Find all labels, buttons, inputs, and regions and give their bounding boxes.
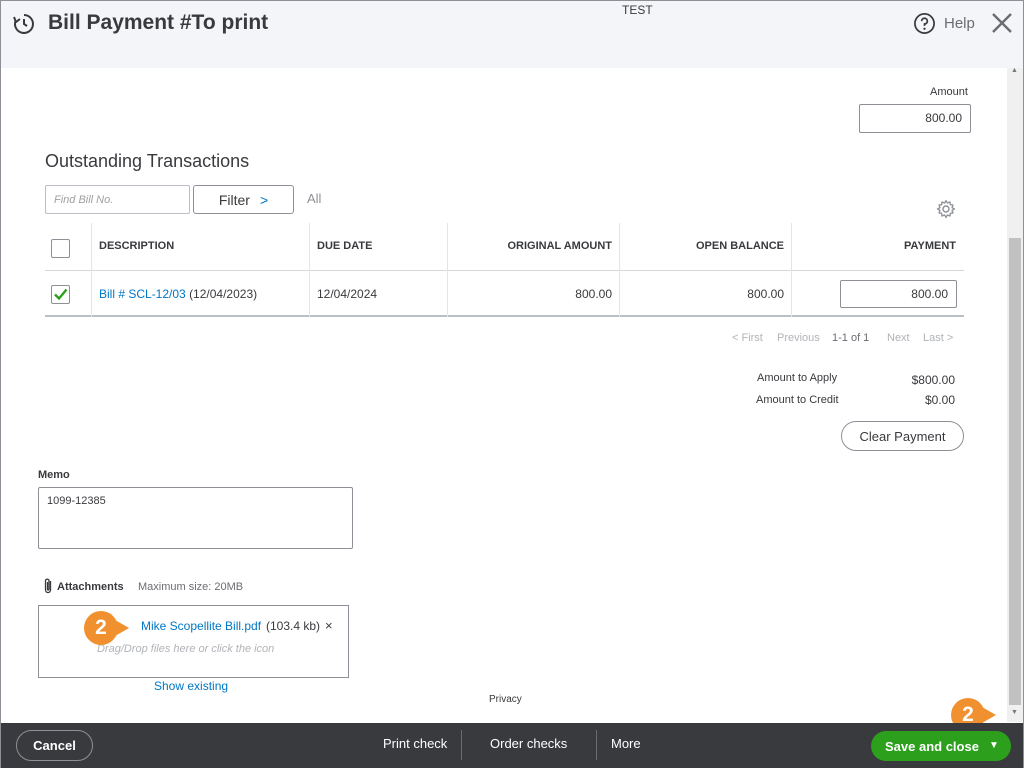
row-description: Bill # SCL-12/03 (12/04/2023) — [99, 287, 257, 301]
amount-label: Amount — [930, 86, 968, 98]
paperclip-icon[interactable] — [42, 577, 54, 595]
memo-field[interactable]: 1099-12385 — [38, 487, 353, 549]
column-divider — [91, 223, 92, 271]
header-due-date[interactable]: DUE DATE — [317, 240, 372, 252]
amount-field[interactable]: 800.00 — [859, 104, 971, 133]
header-payment[interactable]: PAYMENT — [904, 240, 956, 252]
filter-all-label: All — [307, 191, 322, 206]
order-checks-button[interactable]: Order checks — [490, 736, 567, 751]
scrollbar-thumb[interactable] — [1009, 238, 1021, 705]
find-bill-input[interactable] — [45, 185, 190, 214]
attachment-file-size: (103.4 kb) — [266, 619, 321, 633]
remove-attachment-icon[interactable]: × — [325, 618, 333, 633]
column-divider — [619, 223, 620, 271]
column-divider — [791, 271, 792, 317]
pager-first[interactable]: < First — [732, 332, 763, 344]
footer-divider — [461, 730, 462, 760]
page-title: Bill Payment #To print — [48, 11, 269, 34]
history-icon[interactable] — [12, 12, 36, 36]
header-original-amount[interactable]: ORIGINAL AMOUNT — [508, 240, 613, 252]
bill-date: (12/04/2023) — [189, 287, 258, 301]
payment-input[interactable]: 800.00 — [840, 280, 957, 308]
filter-label: Filter — [218, 191, 250, 208]
cancel-button[interactable]: Cancel — [16, 730, 93, 761]
save-options-caret-icon[interactable]: ▼ — [986, 738, 1002, 754]
pager-previous[interactable]: Previous — [777, 332, 820, 344]
outstanding-title: Outstanding Transactions — [45, 151, 250, 171]
scroll-down-arrow[interactable]: ▼ — [1011, 709, 1018, 716]
attachments-max-size: Maximum size: 20MB — [138, 581, 244, 593]
gear-icon[interactable] — [936, 199, 956, 219]
scroll-up-arrow[interactable]: ▲ — [1011, 67, 1018, 74]
callout-pointer — [982, 707, 996, 723]
column-divider — [91, 271, 92, 317]
close-icon[interactable] — [990, 11, 1014, 35]
row-original-amount: 800.00 — [575, 287, 612, 301]
chevron-right-icon: > — [259, 191, 269, 208]
filter-button[interactable]: Filter > — [193, 185, 294, 214]
attachment-dropzone[interactable] — [38, 605, 349, 678]
column-divider — [619, 271, 620, 317]
amount-to-credit-value: $0.00 — [924, 393, 955, 407]
help-label[interactable]: Help — [944, 15, 975, 32]
column-divider — [791, 223, 792, 271]
amount-to-credit-label: Amount to Credit — [756, 394, 839, 406]
header-open-balance[interactable]: OPEN BALANCE — [696, 240, 784, 252]
table-row: Bill # SCL-12/03 (12/04/2023) 12/04/2024… — [45, 271, 964, 317]
table-header-row: DESCRIPTION DUE DATE ORIGINAL AMOUNT OPE… — [45, 223, 964, 271]
print-check-button[interactable]: Print check — [383, 736, 447, 751]
callout-pointer — [115, 620, 129, 636]
amount-to-apply-value: $800.00 — [911, 373, 955, 387]
row-open-balance: 800.00 — [747, 287, 784, 301]
amount-to-apply-label: Amount to Apply — [757, 372, 838, 384]
header-description[interactable]: DESCRIPTION — [99, 240, 174, 252]
bill-link[interactable]: Bill # SCL-12/03 — [99, 287, 186, 301]
select-all-checkbox[interactable] — [51, 239, 70, 258]
drop-hint: Drag/Drop files here or click the icon — [97, 643, 275, 655]
row-checkbox[interactable] — [51, 285, 70, 304]
privacy-link[interactable]: Privacy — [489, 694, 522, 705]
attachments-label: Attachments — [57, 581, 124, 593]
footer-bar: Cancel Print check Order checks More Sav… — [1, 723, 1023, 768]
footer-divider — [596, 730, 597, 760]
company-name: TEST — [622, 3, 653, 17]
show-existing-link[interactable]: Show existing — [154, 679, 228, 693]
row-due-date: 12/04/2024 — [317, 287, 378, 301]
memo-label: Memo — [38, 469, 70, 481]
header-bar: Bill Payment #To print TEST Help — [1, 1, 1023, 68]
checkmark-icon — [54, 288, 68, 301]
pager-next[interactable]: Next — [887, 332, 910, 344]
bill-payment-window: Bill Payment #To print TEST Help ▲ ▼ Amo… — [0, 0, 1024, 768]
help-icon[interactable] — [913, 12, 936, 35]
column-divider — [447, 271, 448, 317]
column-divider — [309, 271, 310, 317]
pager-last[interactable]: Last > — [923, 332, 953, 344]
clear-payment-button[interactable]: Clear Payment — [841, 421, 964, 451]
pager-range: 1-1 of 1 — [832, 332, 870, 344]
more-button[interactable]: More — [611, 736, 641, 751]
attachment-file-link[interactable]: Mike Scopellite Bill.pdf — [141, 619, 261, 633]
column-divider — [309, 223, 310, 271]
step-callout-badge: 2 — [84, 611, 118, 645]
column-divider — [447, 223, 448, 271]
